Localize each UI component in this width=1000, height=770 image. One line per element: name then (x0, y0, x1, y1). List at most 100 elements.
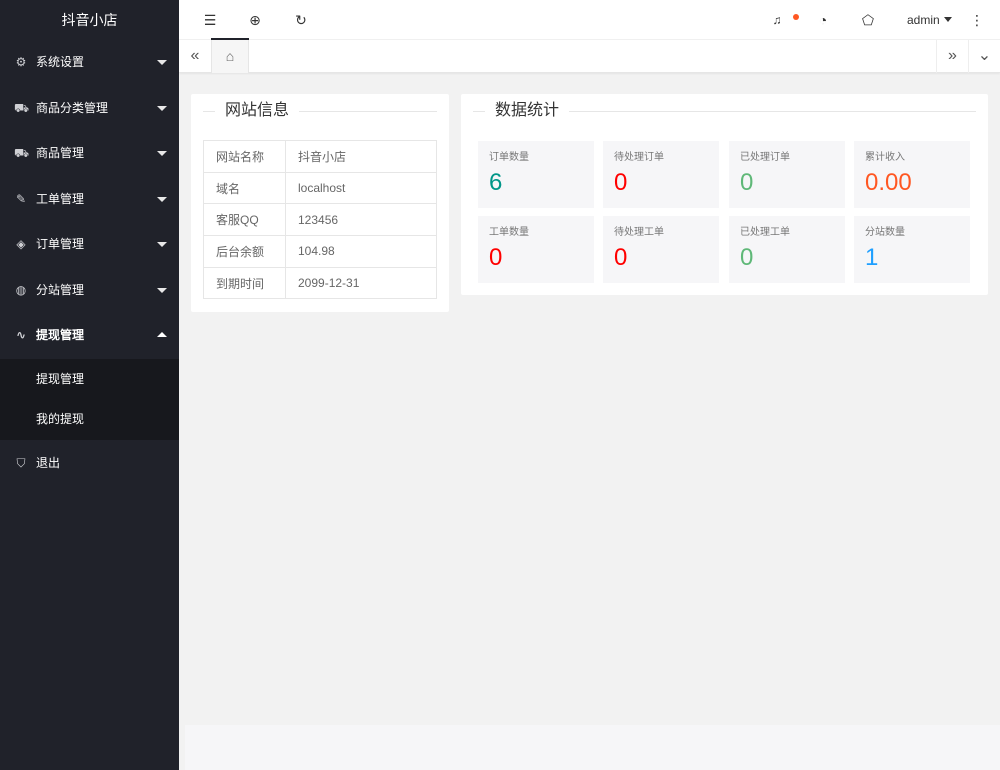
sidebar-item-category-management[interactable]: ⛟ 商品分类管理 (0, 86, 179, 132)
stat-label: 已处理工单 (740, 227, 790, 238)
stats-card: 数据统计 订单数量 6 待处理订单 0 已处理订单 0 累计收入 0.00 工单… (461, 94, 988, 295)
stat-value: 6 (489, 169, 503, 196)
sidebar-item-label: 退出 (36, 455, 61, 470)
app-logo[interactable]: 抖音小店 (0, 0, 179, 40)
table-cell-key: 到期时间 (203, 266, 286, 300)
table-cell-value: 2099-12-31 (285, 266, 437, 300)
sidebar-item-withdraw-management[interactable]: ∿ 提现管理 (0, 313, 179, 359)
stat-value: 1 (865, 244, 879, 271)
stat-label: 已处理订单 (740, 152, 790, 163)
table-row: 域名 localhost (203, 171, 437, 205)
theme-icon[interactable]: ◔ (808, 0, 838, 40)
stat-pending-orders: 待处理订单 0 (603, 141, 719, 208)
chevron-up-icon (157, 332, 167, 337)
sidebar-menu: ⚙ 系统设置 ⛟ 商品分类管理 ⛟ 商品管理 ✎ 工单管理 ◈ 订单管理 ◍ 分… (0, 40, 179, 483)
stat-ticket-count: 工单数量 0 (478, 216, 594, 283)
table-cell-key: 网站名称 (203, 140, 286, 173)
layers-icon: ◈ (16, 237, 26, 251)
table-cell-key: 域名 (203, 171, 286, 205)
table-cell-value: 123456 (285, 203, 437, 237)
notification-dot (793, 14, 799, 20)
globe-icon[interactable]: ⊕ (240, 0, 270, 40)
sidebar-subitem-my-withdrawals[interactable]: 我的提现 (0, 399, 179, 440)
menu-fold-icon[interactable]: ☰ (195, 0, 225, 40)
more-vertical-icon[interactable]: ⋮ (962, 0, 992, 40)
stat-order-count: 订单数量 6 (478, 141, 594, 208)
home-icon: ⌂ (225, 48, 235, 64)
stat-processed-tickets: 已处理工单 0 (729, 216, 845, 283)
cart-icon: ⛟ (14, 146, 30, 160)
sidebar-item-label: 工单管理 (36, 191, 85, 206)
table-cell-value: 抖音小店 (285, 140, 437, 173)
sidebar: 抖音小店 ⚙ 系统设置 ⛟ 商品分类管理 ⛟ 商品管理 ✎ 工单管理 ◈ 订单管… (0, 0, 179, 770)
shield-check-icon: ⛉ (16, 455, 26, 470)
stats-legend: 数据统计 (473, 102, 976, 122)
sidebar-item-label: 系统设置 (36, 55, 85, 69)
site-info-table: 网站名称 抖音小店 域名 localhost 客服QQ 123456 后台余额 104.… (203, 140, 437, 300)
table-row: 后台余额 104.98 (203, 235, 437, 268)
sidebar-subitem-withdraw-management[interactable]: 提现管理 (0, 359, 179, 400)
sidebar-item-order-management[interactable]: ◈ 订单管理 (0, 222, 179, 268)
chevron-down-icon (157, 60, 167, 65)
table-cell-value: localhost (285, 171, 437, 205)
top-header: ☰ ⊕ ↻ ♫ ◔ ⬠ admin ⋮ (179, 0, 1000, 40)
sidebar-item-ticket-management[interactable]: ✎ 工单管理 (0, 177, 179, 223)
caret-down-icon (943, 17, 952, 23)
user-menu[interactable]: admin (907, 0, 952, 40)
footer-bar (185, 725, 1000, 770)
tag-icon[interactable]: ⬠ (853, 0, 883, 40)
chevron-down-icon (157, 242, 167, 247)
sidebar-item-product-management[interactable]: ⛟ 商品管理 (0, 131, 179, 177)
site-info-legend: 网站信息 (203, 102, 437, 122)
stat-total-income: 累计收入 0.00 (854, 141, 970, 208)
stat-label: 分站数量 (865, 227, 905, 238)
stat-value: 0 (614, 169, 628, 196)
stat-label: 订单数量 (489, 152, 529, 163)
stat-value: 0.00 (865, 169, 912, 196)
chevron-down-icon (157, 287, 167, 293)
table-cell-key: 后台余额 (203, 235, 286, 268)
stat-label: 待处理订单 (614, 152, 664, 163)
sidebar-item-label: 提现管理 (36, 328, 85, 342)
stat-value: 0 (614, 244, 628, 271)
table-cell-key: 客服QQ (203, 203, 286, 237)
stat-pending-tickets: 待处理工单 0 (603, 216, 719, 283)
sidebar-item-system-settings[interactable]: ⚙ 系统设置 (0, 40, 179, 86)
stats-title: 数据统计 (485, 102, 570, 120)
table-row: 客服QQ 123456 (203, 203, 437, 237)
tabs-bar: « ⌂ » ⌄ (179, 40, 1000, 73)
stat-value: 0 (489, 244, 503, 271)
stat-value: 0 (740, 244, 754, 271)
tabs-next-icon[interactable]: » (936, 40, 968, 73)
edit-icon: ✎ (15, 191, 27, 206)
sidebar-item-exit[interactable]: ⛉ 退出 (0, 443, 179, 483)
table-row: 网站名称 抖音小店 (203, 140, 437, 173)
globe-icon: ◍ (15, 282, 27, 297)
stat-substation-count: 分站数量 1 (854, 216, 970, 283)
site-info-card: 网站信息 网站名称 抖音小店 域名 localhost 客服QQ 123456 后台余… (191, 94, 449, 312)
tab-home[interactable]: ⌂ (211, 40, 249, 73)
site-info-title: 网站信息 (215, 102, 300, 120)
stat-label: 工单数量 (489, 227, 529, 238)
tabs-prev-icon[interactable]: « (179, 40, 211, 73)
chevron-down-icon (157, 105, 167, 111)
sidebar-item-label: 商品分类管理 (36, 100, 109, 115)
stat-value: 0 (740, 169, 754, 196)
bell-icon[interactable]: ♫ (762, 0, 792, 40)
sidebar-item-label: 分站管理 (36, 282, 85, 297)
table-cell-value: 104.98 (285, 235, 437, 268)
sidebar-submenu: 提现管理 我的提现 (0, 358, 179, 440)
pulse-icon: ∿ (15, 328, 27, 342)
chevron-down-icon (157, 196, 167, 202)
sidebar-item-label: 订单管理 (36, 237, 85, 251)
stat-processed-orders: 已处理订单 0 (729, 141, 845, 208)
stat-label: 累计收入 (865, 152, 905, 163)
tabs-dropdown-icon[interactable]: ⌄ (968, 40, 1000, 73)
chevron-down-icon (157, 151, 167, 156)
sidebar-item-substation-management[interactable]: ◍ 分站管理 (0, 268, 179, 314)
refresh-icon[interactable]: ↻ (286, 0, 316, 40)
username: admin (907, 13, 940, 27)
table-row: 到期时间 2099-12-31 (203, 266, 437, 300)
gear-icon: ⚙ (15, 55, 27, 69)
sidebar-item-label: 商品管理 (36, 146, 85, 160)
